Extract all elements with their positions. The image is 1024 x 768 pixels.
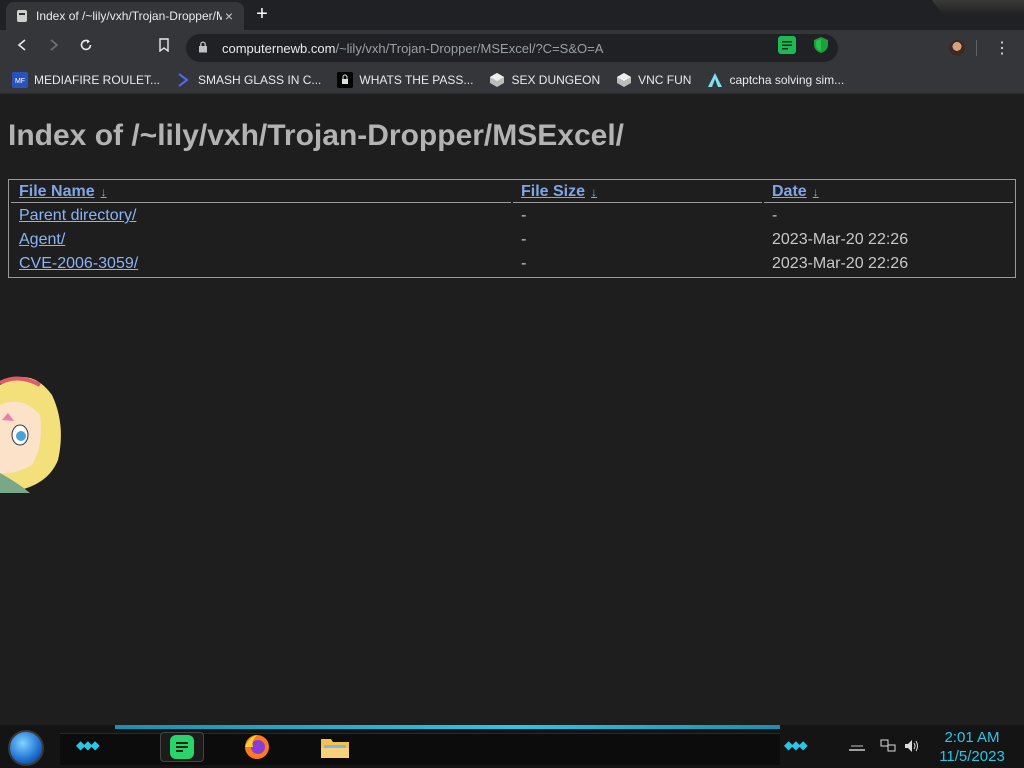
taskbar-accent-strip (115, 725, 780, 729)
table-row: CVE-2006-3059/ - 2023-Mar-20 22:26 (11, 253, 1013, 275)
file-size-cell: - (521, 255, 527, 272)
url-path: /~lily/vxh/Trojan-Dropper/MSExcel/?C=S&O… (335, 40, 604, 56)
new-tab-button[interactable]: + (252, 4, 272, 25)
column-file-size[interactable]: File Size ↓ (513, 182, 762, 203)
bookmark-item[interactable]: MF MEDIAFIRE ROULET... (12, 71, 161, 88)
cartoon-mascot-image (0, 376, 61, 493)
page-favicon-icon (14, 8, 30, 24)
system-clock[interactable]: 2:01 AM 11/5/2023 (930, 728, 1014, 766)
mediafire-icon: MF (12, 71, 28, 88)
lock-icon[interactable] (198, 40, 212, 56)
bookmark-item[interactable]: SMASH GLASS IN C... (176, 72, 321, 88)
cube-icon (616, 72, 632, 88)
date-cell: - (772, 207, 778, 224)
bookmark-label: VNC FUN (638, 72, 692, 87)
clock-date: 11/5/2023 (939, 748, 1005, 765)
bookmark-label: SEX DUNGEON (511, 72, 601, 87)
lock-icon (337, 71, 354, 88)
sort-arrow-icon[interactable]: ↓ (101, 185, 107, 199)
sort-arrow-icon[interactable]: ↓ (591, 185, 597, 199)
svg-text:MF: MF (15, 78, 25, 85)
show-hidden-icons-icon[interactable] (848, 739, 866, 754)
profile-avatar[interactable] (949, 40, 965, 56)
bookmarks-bar: MF MEDIAFIRE ROULET... SMASH GLASS IN C.… (0, 66, 1024, 94)
table-row: Agent/ - 2023-Mar-20 22:26 (11, 229, 1013, 251)
date-cell: 2023-Mar-20 22:26 (772, 255, 909, 272)
browser-tab[interactable]: Index of /~lily/vxh/Trojan-Dropper/MSExc… (6, 2, 244, 30)
bookmark-item[interactable]: WHATS THE PASS... (337, 71, 474, 88)
browser-menu-icon[interactable]: ⋮ (994, 38, 1010, 58)
page-content: Index of /~lily/vxh/Trojan-Dropper/MSExc… (0, 95, 1024, 725)
table-header-row: File Name ↓ File Size ↓ Date ↓ (11, 182, 1013, 203)
bookmark-label: SMASH GLASS IN C... (198, 72, 322, 87)
url-host: computernewb.com (222, 40, 336, 56)
bookmark-item[interactable]: VNC FUN (616, 72, 691, 88)
start-button[interactable] (8, 730, 44, 766)
file-size-cell: - (521, 231, 527, 248)
address-bar[interactable]: computernewb.com/~lily/vxh/Trojan-Droppe… (186, 34, 838, 62)
column-file-name[interactable]: File Name ↓ (11, 182, 511, 203)
parent-directory-link[interactable]: Parent directory/ (19, 207, 136, 224)
directory-link[interactable]: Agent/ (19, 231, 65, 248)
tab-close-icon[interactable]: × (222, 8, 236, 24)
sort-arrow-icon[interactable]: ↓ (813, 185, 819, 199)
table-row: Parent directory/ - - (11, 205, 1013, 227)
extension-chat-icon[interactable] (778, 36, 796, 54)
tab-strip: Index of /~lily/vxh/Trojan-Dropper/MSExc… (0, 0, 1024, 30)
page-title: Index of /~lily/vxh/Trojan-Dropper/MSExc… (8, 119, 624, 152)
network-icon[interactable] (880, 739, 896, 756)
volume-icon[interactable] (904, 739, 920, 756)
chevron-icon (176, 72, 192, 88)
bookmark-icon[interactable] (154, 38, 174, 58)
bookmark-label: MEDIAFIRE ROULET... (34, 72, 161, 87)
window-corner-decoration (932, 0, 1024, 14)
file-name-cell: Parent directory/ (11, 205, 511, 227)
file-size-cell: - (521, 207, 527, 224)
directory-link[interactable]: CVE-2006-3059/ (19, 255, 138, 272)
firefox-icon[interactable] (242, 732, 272, 762)
bookmark-label: captcha solving sim... (729, 72, 845, 87)
date-cell: 2023-Mar-20 22:26 (772, 231, 909, 248)
browser-toolbar: computernewb.com/~lily/vxh/Trojan-Droppe… (0, 30, 1024, 66)
sort-file-name-link[interactable]: File Name (19, 183, 95, 200)
cube-icon (489, 72, 505, 88)
column-date[interactable]: Date ↓ (764, 182, 1013, 203)
chevron-decoration-icon: ◆◆◆ (76, 738, 100, 752)
file-table: File Name ↓ File Size ↓ Date ↓ Parent direc… (8, 179, 1016, 278)
taskbar: ◆◆◆ ◆◆◆ 2:01 AM 11/5/2023 (0, 725, 1024, 768)
reload-icon[interactable] (76, 38, 96, 58)
bookmark-item[interactable]: captcha solving sim... (707, 72, 844, 88)
extension-shield-icon[interactable] (812, 36, 830, 54)
notes-app-icon[interactable] (160, 732, 204, 762)
bookmark-label: WHATS THE PASS... (359, 72, 474, 87)
triangle-icon (707, 72, 723, 88)
chevron-decoration-icon: ◆◆◆ (784, 738, 808, 752)
file-name-cell: CVE-2006-3059/ (11, 253, 511, 275)
toolbar-divider (976, 40, 977, 56)
sort-date-link[interactable]: Date (772, 183, 807, 200)
back-icon[interactable] (12, 38, 32, 58)
sort-file-size-link[interactable]: File Size (521, 183, 585, 200)
forward-icon[interactable] (44, 38, 64, 58)
clock-time: 2:01 AM (944, 729, 1000, 746)
tab-title: Index of /~lily/vxh/Trojan-Dropper/MSExc… (36, 9, 222, 23)
folder-icon[interactable] (320, 732, 350, 762)
bookmark-item[interactable]: SEX DUNGEON (489, 72, 600, 88)
file-name-cell: Agent/ (11, 229, 511, 251)
